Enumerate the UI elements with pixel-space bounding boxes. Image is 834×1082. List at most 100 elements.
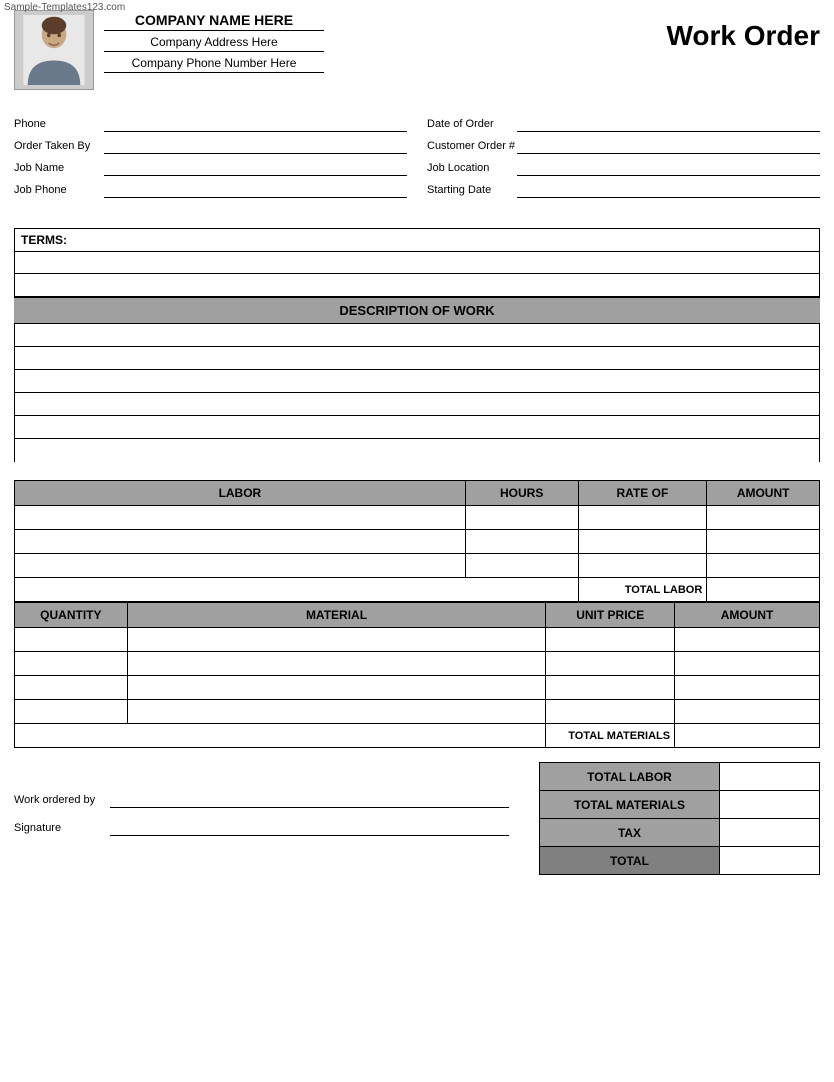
mat-qty-3[interactable] <box>15 676 128 700</box>
form-row-date: Date of Order <box>427 116 820 132</box>
total-labor-label: TOTAL LABOR <box>578 578 707 602</box>
terms-row-1[interactable] <box>15 252 819 274</box>
desc-row-6[interactable] <box>15 439 819 462</box>
terms-header: TERMS: <box>15 229 819 252</box>
labor-hours-1[interactable] <box>465 506 578 530</box>
totals-row-materials: TOTAL MATERIALS <box>540 791 820 819</box>
watermark: Sample-Templates123.com <box>4 2 125 13</box>
total-materials-label: TOTAL MATERIALS <box>546 724 675 748</box>
labor-section: LABOR HOURS RATE OF AMOUNT <box>14 480 820 748</box>
input-starting-date[interactable] <box>517 182 820 198</box>
labor-desc-2[interactable] <box>15 530 466 554</box>
labor-hours-3[interactable] <box>465 554 578 578</box>
material-table: QUANTITY MATERIAL UNIT PRICE AMOUNT <box>14 602 820 748</box>
summary-section: Work ordered by Signature TOTAL LABOR TO… <box>14 762 820 875</box>
sig-row-signature: Signature <box>14 820 509 836</box>
signature-label: Signature <box>14 822 104 834</box>
form-row-order-taken: Order Taken By <box>14 138 407 154</box>
totals-value-total[interactable] <box>720 847 820 875</box>
mat-amount-2[interactable] <box>675 652 820 676</box>
mat-unit-1[interactable] <box>546 628 675 652</box>
form-row-customer-order: Customer Order # <box>427 138 820 154</box>
total-materials-row: TOTAL MATERIALS <box>15 724 820 748</box>
mat-unit-2[interactable] <box>546 652 675 676</box>
totals-value-tax[interactable] <box>720 819 820 847</box>
label-job-location: Job Location <box>427 162 517 174</box>
labor-rate-1[interactable] <box>578 506 707 530</box>
label-customer-order: Customer Order # <box>427 140 517 152</box>
labor-desc-3[interactable] <box>15 554 466 578</box>
mat-qty-1[interactable] <box>15 628 128 652</box>
labor-table: LABOR HOURS RATE OF AMOUNT <box>14 480 820 602</box>
company-address: Company Address Here <box>104 35 324 52</box>
signature-line[interactable] <box>110 820 509 836</box>
input-order-taken[interactable] <box>104 138 407 154</box>
description-section: DESCRIPTION OF WORK <box>14 297 820 462</box>
header-left: COMPANY NAME HERE Company Address Here C… <box>14 10 324 90</box>
mat-desc-1[interactable] <box>127 628 546 652</box>
desc-row-1[interactable] <box>15 324 819 347</box>
label-phone: Phone <box>14 118 104 130</box>
totals-label-labor: TOTAL LABOR <box>540 763 720 791</box>
label-job-name: Job Name <box>14 162 104 174</box>
totals-row-tax: TAX <box>540 819 820 847</box>
header: COMPANY NAME HERE Company Address Here C… <box>0 0 834 96</box>
mat-desc-4[interactable] <box>127 700 546 724</box>
mat-qty-4[interactable] <box>15 700 128 724</box>
input-date[interactable] <box>517 116 820 132</box>
desc-row-2[interactable] <box>15 347 819 370</box>
terms-row-2[interactable] <box>15 274 819 296</box>
input-customer-order[interactable] <box>517 138 820 154</box>
input-job-name[interactable] <box>104 160 407 176</box>
mat-unit-3[interactable] <box>546 676 675 700</box>
mat-row-2 <box>15 652 820 676</box>
input-job-location[interactable] <box>517 160 820 176</box>
labor-hours-2[interactable] <box>465 530 578 554</box>
input-phone[interactable] <box>104 116 407 132</box>
mat-desc-2[interactable] <box>127 652 546 676</box>
form-columns: Phone Order Taken By Job Name Job Phone … <box>14 116 820 204</box>
form-row-job-location: Job Location <box>427 160 820 176</box>
total-mat-spacer <box>15 724 546 748</box>
desc-row-5[interactable] <box>15 416 819 439</box>
label-order-taken: Order Taken By <box>14 140 104 152</box>
totals-label-total: TOTAL <box>540 847 720 875</box>
labor-col-amount: AMOUNT <box>707 481 820 506</box>
desc-row-4[interactable] <box>15 393 819 416</box>
work-ordered-label: Work ordered by <box>14 794 104 806</box>
mat-col-unit-price: UNIT PRICE <box>546 603 675 628</box>
mat-unit-4[interactable] <box>546 700 675 724</box>
mat-amount-1[interactable] <box>675 628 820 652</box>
mat-row-1 <box>15 628 820 652</box>
labor-rate-3[interactable] <box>578 554 707 578</box>
mat-amount-4[interactable] <box>675 700 820 724</box>
form-section: Phone Order Taken By Job Name Job Phone … <box>0 106 834 214</box>
total-labor-value[interactable] <box>707 578 820 602</box>
totals-value-labor[interactable] <box>720 763 820 791</box>
total-materials-value[interactable] <box>675 724 820 748</box>
mat-qty-2[interactable] <box>15 652 128 676</box>
mat-col-material: MATERIAL <box>127 603 546 628</box>
totals-label-materials: TOTAL MATERIALS <box>540 791 720 819</box>
label-job-phone: Job Phone <box>14 184 104 196</box>
label-date: Date of Order <box>427 118 517 130</box>
totals-table: TOTAL LABOR TOTAL MATERIALS TAX TOTAL <box>539 762 820 875</box>
form-row-starting-date: Starting Date <box>427 182 820 198</box>
totals-value-materials[interactable] <box>720 791 820 819</box>
labor-rate-2[interactable] <box>578 530 707 554</box>
desc-row-3[interactable] <box>15 370 819 393</box>
mat-desc-3[interactable] <box>127 676 546 700</box>
mat-col-amount: AMOUNT <box>675 603 820 628</box>
description-header: DESCRIPTION OF WORK <box>14 297 820 324</box>
labor-amount-2[interactable] <box>707 530 820 554</box>
work-order-title: Work Order <box>666 10 820 52</box>
totals-label-tax: TAX <box>540 819 720 847</box>
labor-amount-3[interactable] <box>707 554 820 578</box>
mat-amount-3[interactable] <box>675 676 820 700</box>
total-labor-row: TOTAL LABOR <box>15 578 820 602</box>
work-ordered-line[interactable] <box>110 792 509 808</box>
totals-row-total: TOTAL <box>540 847 820 875</box>
labor-amount-1[interactable] <box>707 506 820 530</box>
input-job-phone[interactable] <box>104 182 407 198</box>
labor-desc-1[interactable] <box>15 506 466 530</box>
